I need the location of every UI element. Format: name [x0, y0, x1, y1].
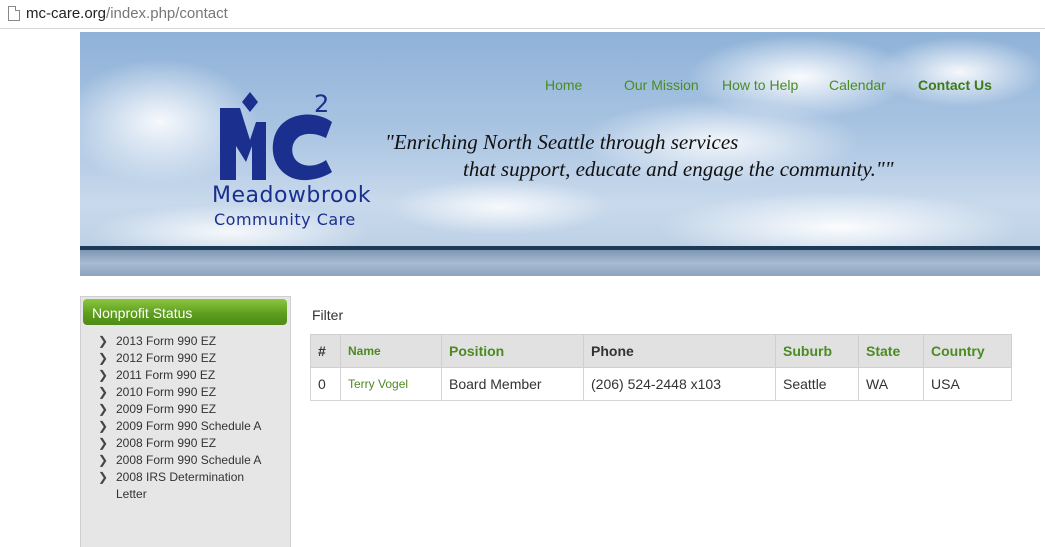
address-bar[interactable]: mc-care.org/index.php/contact — [0, 0, 1045, 29]
sidebar-list: ❯ 2013 Form 990 EZ ❯ 2012 Form 990 EZ ❯ 201… — [81, 333, 290, 503]
sidebar-item-2009-form-990-ez[interactable]: ❯ 2009 Form 990 EZ — [81, 401, 290, 418]
sidebar-item-2013-form-990-ez[interactable]: ❯ 2013 Form 990 EZ — [81, 333, 290, 350]
sidebar-item-label: 2009 Form 990 EZ — [116, 402, 217, 416]
chevron-right-icon: ❯ — [98, 351, 109, 365]
col-header-country[interactable]: Country — [923, 334, 1012, 368]
col-header-suburb[interactable]: Suburb — [775, 334, 859, 368]
chevron-right-icon: ❯ — [98, 419, 109, 433]
sidebar-item-2008-irs-determination-letter[interactable]: ❯ 2008 IRS Determination Letter — [81, 469, 290, 503]
chevron-right-icon: ❯ — [98, 453, 109, 467]
col-header-phone[interactable]: Phone — [583, 334, 776, 368]
cell-phone: (206) 524-2448 x103 — [583, 367, 776, 401]
nav-our-mission[interactable]: Our Mission — [624, 77, 699, 93]
chevron-right-icon: ❯ — [98, 334, 109, 348]
svg-text:2: 2 — [314, 90, 329, 118]
sidebar-nonprofit-status: Nonprofit Status ❯ 2013 Form 990 EZ ❯ 2012… — [80, 296, 291, 547]
sidebar-item-2008-form-990-ez[interactable]: ❯ 2008 Form 990 EZ — [81, 435, 290, 452]
header-clouds-strip — [80, 250, 1040, 276]
sidebar-item-label: 2011 Form 990 EZ — [116, 368, 216, 382]
page-icon — [8, 6, 20, 21]
chevron-right-icon: ❯ — [98, 436, 109, 450]
table-row: 0 Terry Vogel Board Member (206) 524-244… — [310, 367, 1012, 401]
sidebar-item-label: 2008 Form 990 EZ — [116, 436, 217, 450]
url-text[interactable]: mc-care.org/index.php/contact — [26, 5, 228, 22]
url-path: /index.php/contact — [106, 5, 228, 22]
contacts-table: # Name Position Phone Suburb State Count… — [310, 334, 1012, 401]
sidebar-item-2011-form-990-ez[interactable]: ❯ 2011 Form 990 EZ — [81, 367, 290, 384]
table-header-row: # Name Position Phone Suburb State Count… — [310, 334, 1012, 368]
cell-position: Board Member — [441, 367, 584, 401]
tagline-line-2: that support, educate and engage the com… — [463, 157, 894, 181]
sidebar-item-label: 2009 Form 990 Schedule A — [116, 419, 262, 433]
col-header-state[interactable]: State — [858, 334, 924, 368]
col-header-number[interactable]: # — [310, 334, 341, 368]
nav-how-to-help[interactable]: How to Help — [722, 77, 798, 93]
cell-state: WA — [858, 367, 924, 401]
cell-number: 0 — [310, 367, 341, 401]
sidebar-item-2008-form-990-schedule-a[interactable]: ❯ 2008 Form 990 Schedule A — [81, 452, 290, 469]
header-banner: Home Our Mission How to Help Calendar Co… — [80, 32, 1040, 276]
sidebar-item-label: 2008 IRS Determination Letter — [116, 470, 245, 501]
logo-text-meadowbrook: Meadowbrook — [212, 183, 372, 208]
chevron-right-icon: ❯ — [98, 470, 109, 484]
sidebar-item-label: 2010 Form 990 EZ — [116, 385, 217, 399]
sidebar-item-2012-form-990-ez[interactable]: ❯ 2012 Form 990 EZ — [81, 350, 290, 367]
sidebar-item-label: 2008 Form 990 Schedule A — [116, 453, 262, 467]
tagline-line-1: "Enriching North Seattle through service… — [385, 130, 739, 154]
nav-home[interactable]: Home — [545, 77, 582, 93]
chevron-right-icon: ❯ — [98, 368, 109, 382]
cell-suburb: Seattle — [775, 367, 859, 401]
col-header-name[interactable]: Name — [340, 334, 442, 368]
url-domain: mc-care.org — [26, 5, 107, 22]
sidebar-item-2009-form-990-schedule-a[interactable]: ❯ 2009 Form 990 Schedule A — [81, 418, 290, 435]
cell-country: USA — [923, 367, 1012, 401]
sidebar-item-label: 2013 Form 990 EZ — [116, 334, 217, 348]
filter-label[interactable]: Filter — [312, 307, 343, 323]
nav-calendar[interactable]: Calendar — [829, 77, 886, 93]
sidebar-title-text: Nonprofit Status — [92, 305, 193, 321]
chevron-right-icon: ❯ — [98, 402, 109, 416]
logo-text-community-care: Community Care — [214, 210, 356, 229]
sidebar-item-2010-form-990-ez[interactable]: ❯ 2010 Form 990 EZ — [81, 384, 290, 401]
nav-contact-us[interactable]: Contact Us — [918, 77, 992, 93]
cell-name-link[interactable]: Terry Vogel — [340, 367, 442, 401]
chevron-right-icon: ❯ — [98, 385, 109, 399]
sidebar-title: Nonprofit Status — [83, 299, 287, 325]
sidebar-item-label: 2012 Form 990 EZ — [116, 351, 217, 365]
col-header-position[interactable]: Position — [441, 334, 584, 368]
